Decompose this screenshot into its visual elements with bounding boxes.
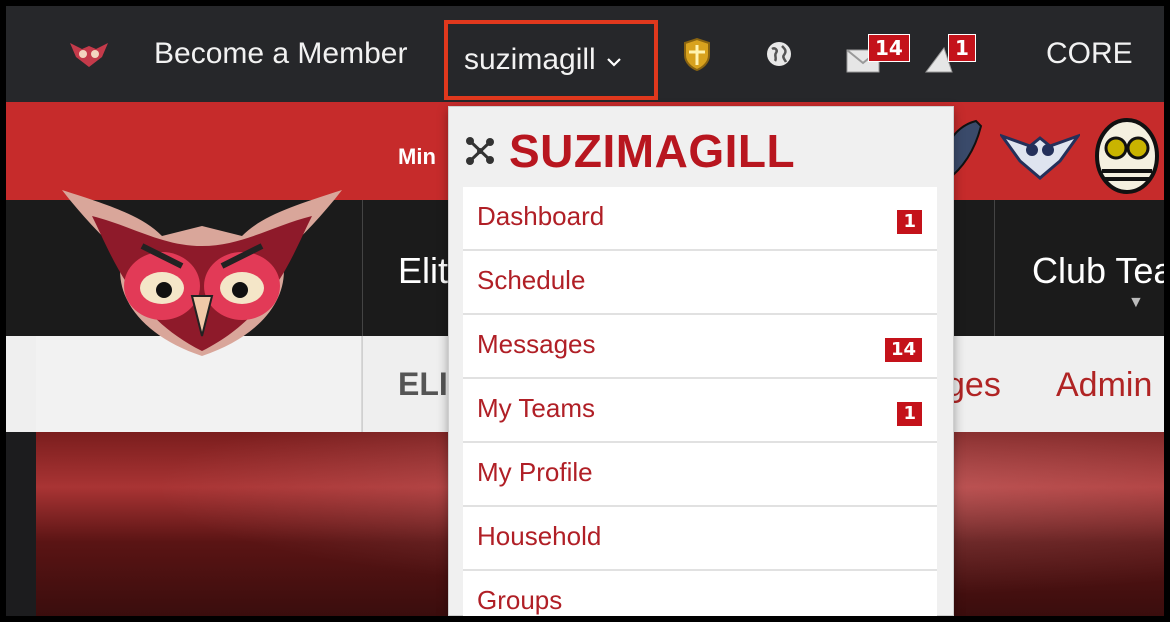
screenshot-frame: Min Elit s Club Tea ▼ ELI ges Admin Beco… [6, 6, 1164, 616]
ribbon-text: Min [398, 144, 436, 169]
menu-item-label: My Profile [477, 456, 593, 487]
my-teams-badge: 1 [896, 401, 923, 427]
bell-icon[interactable]: 1 [924, 6, 976, 102]
username-label: suzimagill [464, 43, 596, 76]
menu-item-groups[interactable]: Groups [463, 571, 937, 616]
dropdown-menu-list: Dashboard 1 Schedule Messages 14 My Team… [463, 187, 937, 616]
menu-item-dashboard[interactable]: Dashboard 1 [463, 187, 937, 251]
menu-item-label: My Teams [477, 392, 595, 423]
chevron-down-icon [606, 51, 622, 74]
owl-logo-icon[interactable] [52, 176, 352, 366]
nav-separator [362, 200, 363, 336]
globe-icon[interactable] [766, 6, 792, 102]
menu-item-household[interactable]: Household [463, 507, 937, 571]
menu-item-messages[interactable]: Messages 14 [463, 315, 937, 379]
mail-count-badge: 14 [868, 34, 910, 62]
notification-count-badge: 1 [948, 34, 976, 62]
owl-logo-small-icon [70, 43, 108, 67]
dropdown-title: SUZIMAGILL [509, 125, 796, 177]
share-network-icon [466, 137, 494, 165]
core-link[interactable]: CORE [1046, 6, 1133, 102]
dropdown-header: SUZIMAGILL [465, 123, 795, 179]
owl-team-logo-icon [1000, 133, 1080, 180]
nav-separator [362, 336, 363, 432]
menu-item-my-profile[interactable]: My Profile [463, 443, 937, 507]
dashboard-badge: 1 [896, 209, 923, 235]
subnav-pages-link[interactable]: ges [946, 366, 1001, 405]
subnav-elite-link[interactable]: ELI [398, 366, 448, 403]
menu-item-label: Groups [477, 584, 563, 615]
subnav-admin-link[interactable]: Admin [1056, 366, 1152, 405]
menu-item-label: Messages [477, 328, 596, 359]
become-member-link[interactable]: Become a Member [154, 6, 407, 102]
menu-item-label: Household [477, 520, 602, 551]
nav-elite-link[interactable]: Elit [398, 250, 448, 292]
mail-icon[interactable]: 14 [846, 6, 910, 102]
user-menu-toggle[interactable]: suzimagill [444, 20, 658, 100]
top-navigation-bar: Become a Member suzimagill 14 1 CORE [6, 6, 1164, 102]
menu-item-my-teams[interactable]: My Teams 1 [463, 379, 937, 443]
menu-item-label: Dashboard [477, 200, 605, 231]
home-logo-link[interactable] [68, 6, 110, 102]
menu-item-schedule[interactable]: Schedule [463, 251, 937, 315]
nav-separator [994, 200, 995, 336]
shield-badge-icon[interactable] [682, 6, 712, 102]
messages-badge: 14 [883, 337, 923, 363]
menu-item-label: Schedule [477, 264, 586, 295]
owl-team-logo-2-icon [1095, 118, 1159, 194]
caret-down-icon: ▼ [1128, 294, 1144, 311]
user-dropdown-menu: SUZIMAGILL Dashboard 1 Schedule Messages… [448, 106, 954, 616]
nav-club-teams-link[interactable]: Club Tea [1032, 250, 1164, 292]
